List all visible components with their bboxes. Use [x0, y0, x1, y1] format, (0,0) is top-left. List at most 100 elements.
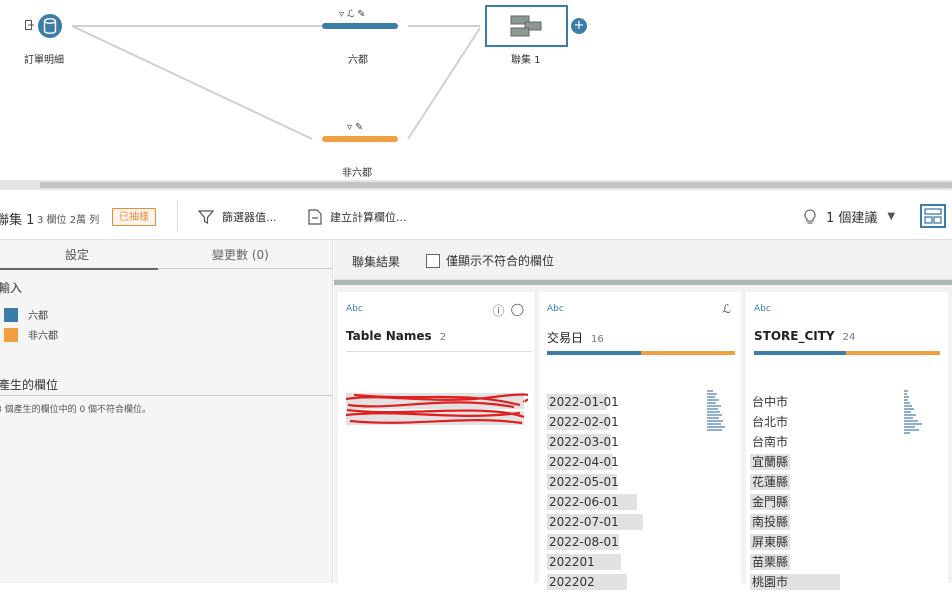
step2-label: 非六都 — [342, 168, 372, 179]
union-results-area: 聯集結果 僅顯示不符合的欄位 Abc ⓘ ◯ Table Names 2 Abc … — [334, 240, 952, 590]
add-step-button[interactable]: + — [571, 18, 587, 34]
value-histogram — [707, 390, 727, 432]
source-node[interactable] — [38, 14, 62, 38]
create-calc-field-label: 建立計算欄位... — [330, 211, 407, 224]
field-type: Abc — [754, 304, 771, 314]
tab-changes[interactable]: 變更數 (0) — [212, 246, 269, 263]
inputs-heading: 輸入 — [0, 281, 23, 295]
list-item[interactable]: 南投縣 — [750, 512, 790, 532]
checkbox-label: 僅顯示不符合的欄位 — [446, 254, 555, 268]
field-name-text: 交易日 — [547, 331, 584, 345]
field-name[interactable]: STORE_CITY 24 — [754, 329, 855, 343]
field-name[interactable]: 交易日 16 — [547, 329, 604, 346]
scrollbar-thumb[interactable] — [40, 182, 952, 188]
distribution-bar — [754, 351, 940, 355]
tab-divider — [158, 268, 333, 269]
calc-icon[interactable]: ℒ — [722, 302, 731, 316]
list-item[interactable]: 台南市 — [750, 432, 788, 452]
toolbar-divider — [177, 201, 178, 231]
results-title: 聯集結果 — [352, 255, 401, 269]
list-item[interactable]: 2022-07-01 — [547, 512, 643, 532]
union-node-label: 聯集 1 — [511, 55, 541, 66]
list-item[interactable]: 金門縣 — [750, 492, 790, 512]
flow-connectors — [71, 25, 481, 140]
field-card-trade-date[interactable]: Abc ℒ 交易日 16 2022-01-01 2022-02-01 2022-0… — [539, 292, 741, 590]
field-count: 2 — [439, 332, 447, 343]
edit-icon: ✎ — [357, 9, 366, 20]
value-histogram — [904, 390, 924, 435]
step2-node[interactable] — [322, 136, 398, 142]
source-node-label: 訂單明細 — [24, 55, 64, 66]
value-list: 2022-01-01 2022-02-01 2022-03-01 2022-04… — [547, 392, 643, 592]
list-item[interactable]: 台北市 — [750, 412, 788, 432]
list-item[interactable]: 2022-06-01 — [547, 492, 637, 512]
sampled-badge[interactable]: 已抽樣 — [112, 208, 156, 226]
field-count: 24 — [842, 332, 856, 343]
value-list: 台中市 台北市 台南市 宜蘭縣 花蓮縣 金門縣 南投縣 屏東縣 苗栗縣 桃園市 — [750, 392, 840, 592]
step2-icons: ▿ ✎ — [347, 122, 363, 133]
step-meta: 3 欄位 2萬 列 — [37, 215, 100, 226]
flow-canvas[interactable]: 訂單明細 ▿ ℒ ✎ 六都 ▿ ✎ 非六都 + 聯集 1 — [0, 0, 952, 180]
create-calc-field-button[interactable]: 建立計算欄位... — [308, 209, 407, 225]
list-item[interactable]: 202201 — [547, 552, 621, 572]
filter-icon: ▿ — [347, 122, 353, 133]
step-title: 聯集 1 — [0, 213, 35, 228]
list-item[interactable]: 2022-08-01 — [547, 532, 619, 552]
field-type: Abc — [346, 304, 363, 314]
list-item[interactable]: 苗栗縣 — [750, 552, 790, 572]
section-divider — [0, 395, 333, 396]
list-item[interactable]: 2022-02-01 — [547, 412, 619, 432]
results-header: 聯集結果 僅顯示不符合的欄位 — [334, 240, 952, 280]
list-item[interactable]: 202202 — [547, 572, 627, 592]
list-item[interactable]: 宜蘭縣 — [750, 452, 790, 472]
generated-fields-note: 3 個產生的欄位中的 0 個不符合欄位。 — [0, 405, 152, 415]
filter-values-label: 篩選器值... — [222, 211, 277, 224]
field-card-table-names[interactable]: Abc ⓘ ◯ Table Names 2 — [338, 292, 534, 583]
recommendations-button[interactable]: 1 個建議 ▼ — [804, 207, 895, 226]
legend-swatch — [4, 327, 18, 342]
union-node[interactable] — [485, 5, 568, 47]
field-name-text: Table Names — [346, 329, 432, 343]
list-item[interactable]: 2022-05-01 — [547, 472, 619, 492]
edit-icon: ✎ — [355, 122, 364, 133]
list-item[interactable]: 花蓮縣 — [750, 472, 790, 492]
calc-field-icon — [308, 209, 322, 225]
filter-values-button[interactable]: 篩選器值... — [198, 209, 277, 225]
info-icon[interactable]: ⓘ — [493, 302, 505, 319]
distribution-segment-orange — [641, 351, 735, 355]
lightbulb-icon[interactable]: ◯ — [511, 302, 524, 319]
union-icon — [510, 15, 542, 37]
recommendations-label: 1 個建議 — [826, 211, 878, 226]
field-name[interactable]: Table Names 2 — [346, 329, 446, 343]
flow-scrollbar[interactable] — [0, 180, 952, 190]
list-item[interactable]: 桃園市 — [750, 572, 840, 592]
list-item[interactable]: 屏東縣 — [750, 532, 790, 552]
mismatch-only-checkbox[interactable]: 僅顯示不符合的欄位 — [426, 252, 554, 269]
list-item[interactable]: 2022-03-01 — [547, 432, 619, 452]
legend-label: 六都 — [28, 311, 48, 322]
field-icons: ⓘ ◯ — [493, 302, 524, 319]
legend-item-non-six-cities: 非六都 — [4, 327, 58, 342]
active-tab-indicator — [0, 268, 158, 270]
filter-icon: ▿ — [339, 9, 345, 20]
tab-settings[interactable]: 設定 — [65, 246, 89, 263]
field-card-store-city[interactable]: Abc STORE_CITY 24 台中市 台北市 台南市 宜蘭縣 花蓮縣 金門縣… — [746, 292, 948, 590]
field-type: Abc — [547, 304, 564, 314]
filter-icon — [198, 210, 214, 224]
calc-icon: ℒ — [347, 9, 355, 20]
checkbox-box[interactable] — [426, 253, 440, 268]
chevron-down-icon: ▼ — [887, 211, 896, 222]
step1-icons: ▿ ℒ ✎ — [339, 9, 366, 20]
list-item[interactable]: 2022-04-01 — [547, 452, 619, 472]
list-item[interactable]: 台中市 — [750, 392, 788, 412]
step-toolbar: 聯集 1 3 欄位 2萬 列 已抽樣 篩選器值... 建立計算欄位... 1 個… — [0, 193, 952, 240]
legend-label: 非六都 — [28, 331, 58, 342]
settings-panel: 設定 變更數 (0) 輸入 六都 非六都 產生的欄位 3 個產生的欄位中的 0 … — [0, 240, 333, 583]
step1-node[interactable] — [322, 23, 398, 29]
list-item[interactable]: 2022-01-01 — [547, 392, 619, 412]
field-icons: ℒ — [722, 302, 731, 316]
redacted-values — [345, 393, 528, 425]
distribution-baseline — [346, 351, 532, 352]
legend-swatch — [4, 307, 18, 322]
layout-toggle-button[interactable] — [920, 204, 946, 228]
